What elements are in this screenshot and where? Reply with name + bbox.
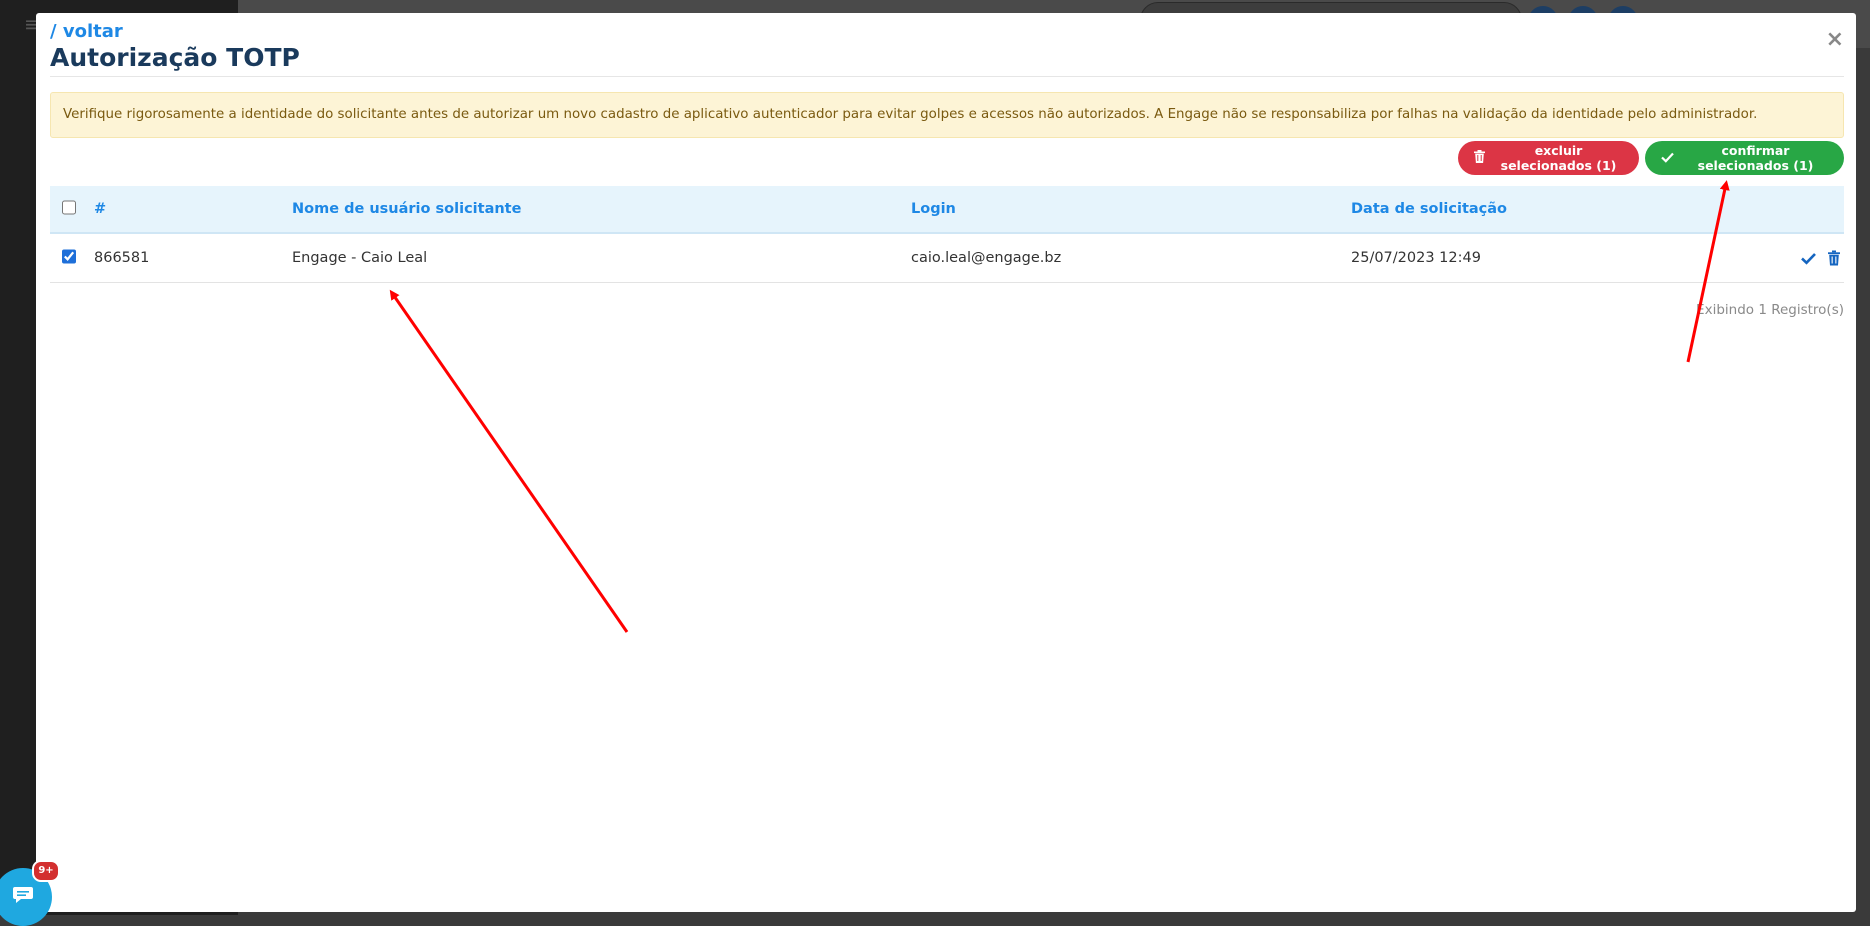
notification-badge: 9+ — [32, 860, 60, 882]
trash-icon — [1474, 150, 1485, 166]
confirm-selected-label: confirmar selecionados (1) — [1697, 143, 1814, 173]
delete-selected-button[interactable]: excluir selecionados (1) — [1458, 141, 1639, 175]
select-all-checkbox[interactable] — [62, 200, 76, 215]
header-divider — [50, 76, 1844, 77]
delete-row-trash-icon[interactable] — [1828, 250, 1840, 266]
row-select-checkbox[interactable] — [62, 249, 76, 264]
warning-alert: Verifique rigorosamente a identidade do … — [50, 92, 1844, 138]
confirm-selected-button[interactable]: confirmar selecionados (1) — [1645, 141, 1844, 175]
row-select-cell — [62, 249, 76, 268]
column-header-name[interactable]: Nome de usuário solicitante — [292, 201, 521, 217]
records-count: Exibindo 1 Registro(s) — [1696, 302, 1844, 318]
delete-selected-label: excluir selecionados (1) — [1500, 143, 1617, 173]
close-icon[interactable]: × — [1826, 27, 1844, 52]
totp-authorization-modal: / voltar Autorização TOTP × Verifique ri… — [36, 13, 1856, 912]
column-header-date[interactable]: Data de solicitação — [1351, 201, 1507, 217]
column-header-id[interactable]: # — [94, 201, 106, 217]
check-icon — [1661, 151, 1674, 166]
table-header-row: # Nome de usuário solicitante Login Data… — [50, 186, 1844, 234]
select-all-cell — [62, 200, 76, 219]
row-actions — [1801, 250, 1840, 266]
row-login: caio.leal@engage.bz — [911, 250, 1062, 266]
back-link[interactable]: / voltar — [50, 21, 123, 42]
row-name: Engage - Caio Leal — [292, 250, 428, 266]
requests-table: # Nome de usuário solicitante Login Data… — [50, 186, 1844, 283]
row-id: 866581 — [94, 250, 150, 266]
modal-title: Autorização TOTP — [50, 43, 300, 72]
table-row[interactable]: 866581 Engage - Caio Leal caio.leal@enga… — [50, 234, 1844, 283]
column-header-login[interactable]: Login — [911, 201, 956, 217]
row-date: 25/07/2023 12:49 — [1351, 250, 1481, 266]
chat-bubble-icon — [12, 885, 34, 909]
confirm-row-check-icon[interactable] — [1801, 252, 1816, 264]
